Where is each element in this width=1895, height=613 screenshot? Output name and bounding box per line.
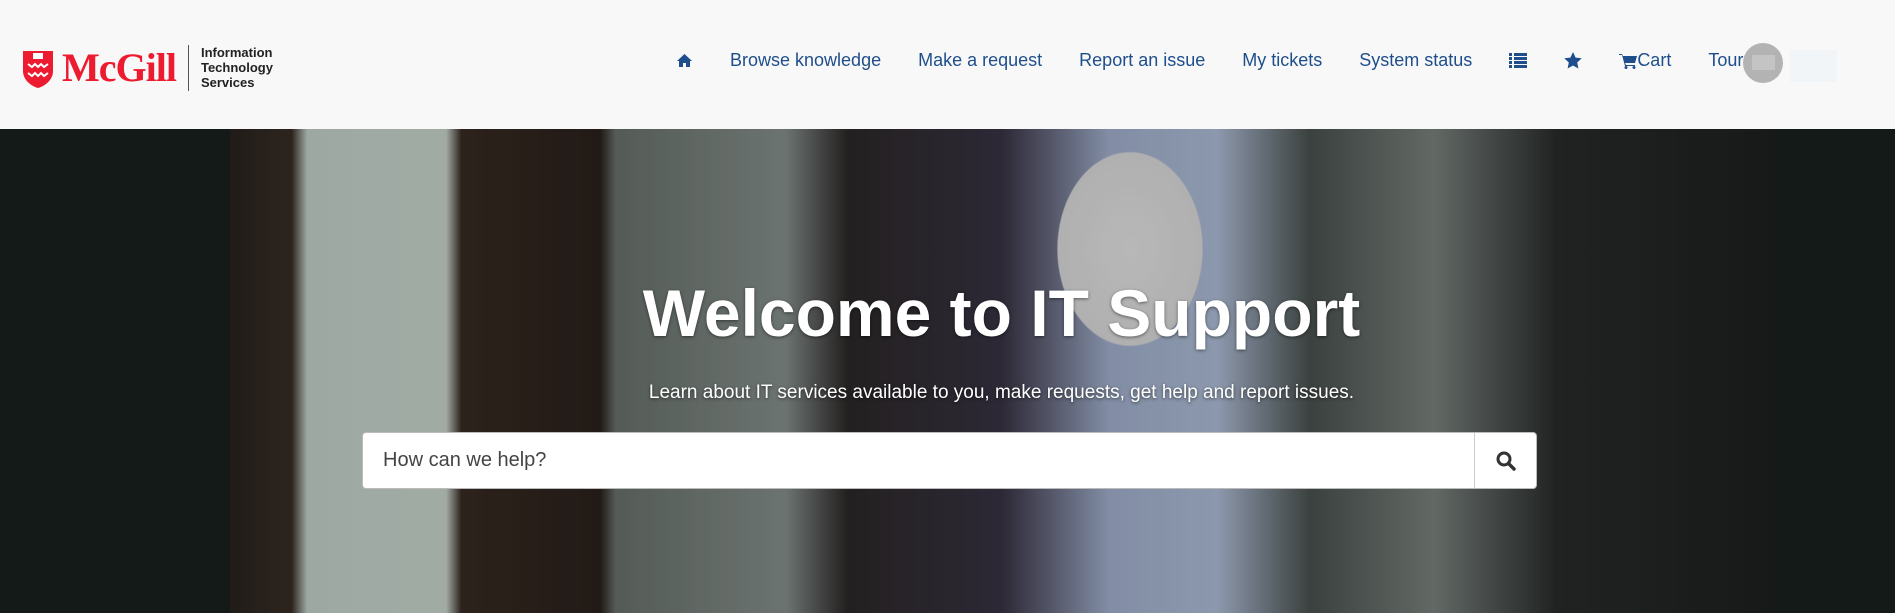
hero-banner: Welcome to IT Support Learn about IT ser…	[230, 129, 1773, 613]
search-input[interactable]	[363, 433, 1474, 488]
cart-icon	[1619, 53, 1638, 69]
main-nav: Browse knowledge Make a request Report a…	[676, 50, 1807, 71]
nav-cart[interactable]: Cart	[1619, 50, 1671, 71]
search-icon	[1496, 451, 1516, 471]
nav-list[interactable]	[1509, 53, 1528, 68]
list-icon	[1509, 53, 1528, 68]
nav-favorites[interactable]	[1564, 52, 1583, 69]
hero-image-overlay	[230, 129, 1773, 613]
mcgill-crest-icon	[23, 50, 53, 88]
star-icon	[1564, 52, 1583, 69]
user-menu[interactable]	[1790, 50, 1837, 82]
hero-title: Welcome to IT Support	[642, 276, 1361, 350]
site-header: McGill Information Technology Services B…	[0, 0, 1895, 129]
search-button[interactable]	[1474, 433, 1536, 488]
nav-make-request[interactable]: Make a request	[918, 50, 1042, 71]
logo-divider	[187, 44, 189, 91]
nav-browse-knowledge[interactable]: Browse knowledge	[730, 50, 881, 71]
search-bar	[362, 432, 1537, 489]
unit-line: Technology	[200, 60, 273, 75]
nav-system-status[interactable]: System status	[1359, 50, 1472, 71]
home-icon	[677, 54, 692, 67]
nav-report-issue[interactable]: Report an issue	[1079, 50, 1205, 71]
nav-my-tickets[interactable]: My tickets	[1242, 50, 1322, 71]
unit-name: Information Technology Services	[201, 45, 273, 90]
unit-line: Information	[200, 45, 273, 60]
brand-name: McGill	[62, 45, 177, 90]
hero-subtitle: Learn about IT services available to you…	[648, 382, 1355, 403]
cart-label: Cart	[1637, 50, 1672, 70]
mcgill-its-logo[interactable]: McGill Information Technology Services	[22, 44, 273, 91]
avatar[interactable]	[1743, 43, 1783, 83]
nav-home[interactable]	[676, 53, 693, 68]
unit-line: Services	[200, 75, 255, 90]
